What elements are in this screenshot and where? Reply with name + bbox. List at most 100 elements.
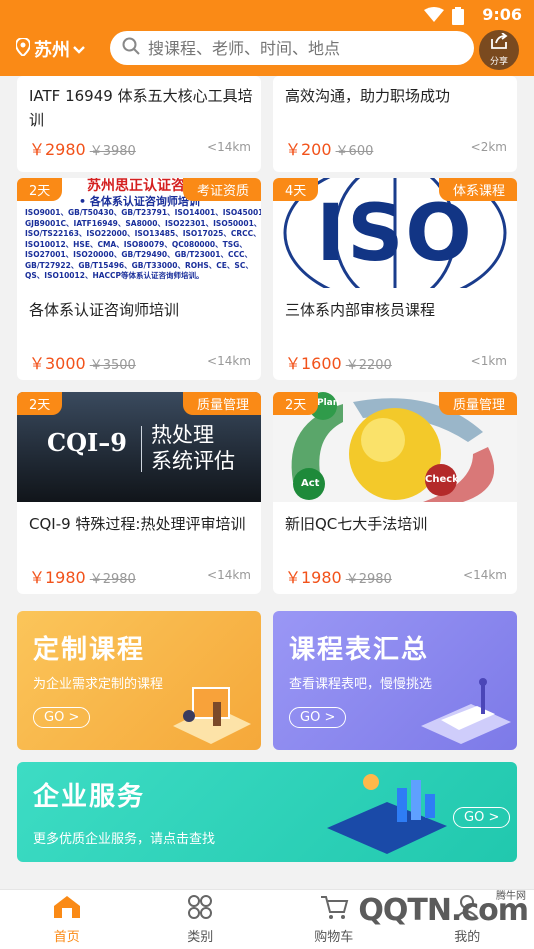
banner-title: 企业服务 xyxy=(33,782,146,812)
course-card[interactable]: CQI–9 热处理 系统评估 2天 质量管理 CQI-9 特殊过程:热处理评审培… xyxy=(17,392,261,594)
location-pin-icon xyxy=(14,36,32,61)
image-divider xyxy=(141,426,142,472)
share-icon xyxy=(490,32,508,53)
cert-line: GB/T27922、GB/T15496、GB/T33000、ROHS、CE、SC… xyxy=(25,260,253,270)
course-title: 新旧QC七大手法培训 xyxy=(285,515,428,533)
home-icon xyxy=(52,894,82,924)
status-icons xyxy=(424,7,464,29)
banner-go-button[interactable]: GO > xyxy=(289,707,347,728)
course-card[interactable]: ISO 4天 体系课程 三体系内部审核员课程 ￥1600 ￥2200 <1km xyxy=(273,178,517,380)
nav-cart-label: 购物车 xyxy=(314,930,354,945)
course-distance: <14km xyxy=(207,568,251,582)
cert-line: ISO10012、HSE、CMA、ISO80079、QC080000、TSG、 xyxy=(25,239,247,249)
original-price: ￥600 xyxy=(335,144,374,159)
banner-title: 课程表汇总 xyxy=(289,635,430,665)
enterprise-service-banner[interactable]: 企业服务 更多优质企业服务，请点击查找 GO > xyxy=(17,762,517,862)
original-price: ￥2980 xyxy=(345,572,392,587)
top-header: 9:06 苏州 分享 xyxy=(0,0,534,76)
pdca-act-label: Act xyxy=(301,478,320,489)
banner-go-button[interactable]: GO > xyxy=(33,707,91,728)
site-watermark: QQTN.com 腾牛网 xyxy=(358,891,529,928)
share-button[interactable]: 分享 xyxy=(479,30,519,70)
duration-badge: 2天 xyxy=(17,178,63,201)
duration-badge: 4天 xyxy=(273,178,319,201)
course-distance: <1km xyxy=(470,354,507,368)
banner-subtitle: 查看课程表吧，慢慢挑选 xyxy=(289,677,433,692)
nav-profile-label: 我的 xyxy=(454,930,481,945)
wifi-icon xyxy=(424,7,444,29)
category-badge: 体系课程 xyxy=(438,178,517,201)
price-value: ￥1600 xyxy=(285,354,342,373)
course-title: 各体系认证咨询师培训 xyxy=(29,301,180,319)
course-price: ￥200 ￥600 xyxy=(285,136,373,160)
status-bar: 9:06 xyxy=(0,0,534,30)
course-distance: <2km xyxy=(470,140,507,154)
pdca-plan-label: Plan xyxy=(317,398,340,408)
battery-icon xyxy=(452,7,464,29)
price-value: ￥1980 xyxy=(29,568,86,587)
price-value: ￥200 xyxy=(285,140,332,159)
course-card[interactable]: 高效沟通，助力职场成功 ￥200 ￥600 <2km xyxy=(273,76,517,172)
course-price: ￥1980 ￥2980 xyxy=(285,564,392,588)
nav-category[interactable]: 类别 xyxy=(134,890,268,949)
custom-course-banner[interactable]: 定制课程 为企业需求定制的课程 GO > xyxy=(17,611,261,750)
share-label: 分享 xyxy=(489,57,508,67)
course-distance: <14km xyxy=(207,354,251,368)
course-price: ￥1600 ￥2200 xyxy=(285,350,392,374)
city-name: 苏州 xyxy=(34,40,70,61)
status-time: 9:06 xyxy=(482,5,522,24)
watermark-small-text: 腾牛网 xyxy=(496,891,526,902)
search-bar[interactable] xyxy=(110,31,474,65)
price-value: ￥2980 xyxy=(29,140,86,159)
image-subheading: • 各体系认证咨询师培训 xyxy=(79,195,200,208)
price-value: ￥3000 xyxy=(29,354,86,373)
cert-line: QS、ISO10012、HACCP等体系认证咨询师培训。 xyxy=(25,271,204,280)
image-right-text: 热处理 系统评估 xyxy=(151,422,235,474)
duration-badge: 2天 xyxy=(273,392,319,415)
course-price: ￥1980 ￥2980 xyxy=(29,564,136,588)
category-icon xyxy=(186,894,214,924)
category-badge: 质量管理 xyxy=(182,392,261,415)
cart-icon xyxy=(319,894,349,924)
cert-line: GJB9001C、IATF16949、SA8000、ISO22301、ISO50… xyxy=(25,218,261,228)
course-price: ￥2980 ￥3980 xyxy=(29,136,136,160)
cert-line: ISO9001、GB/T50430、GB/T23791、ISO14001、ISO… xyxy=(25,208,261,217)
course-card[interactable]: 苏州思正认证咨询 • 各体系认证咨询师培训 ISO9001、GB/T50430、… xyxy=(17,178,261,380)
image-cert-list: ISO9001、GB/T50430、GB/T23791、ISO14001、ISO… xyxy=(25,208,261,282)
original-price: ￥3500 xyxy=(89,358,136,373)
nav-home[interactable]: 首页 xyxy=(0,890,134,949)
nav-home-label: 首页 xyxy=(53,930,80,945)
analytics-illustration xyxy=(327,774,447,854)
course-title: CQI-9 特殊过程:热处理评审培训 xyxy=(29,515,246,533)
course-title: 三体系内部审核员课程 xyxy=(285,301,436,319)
course-card[interactable]: IATF 16949 体系五大核心工具培训 ￥2980 ￥3980 <14km xyxy=(17,76,261,172)
city-selector[interactable]: 苏州 xyxy=(14,36,85,62)
category-badge: 质量管理 xyxy=(438,392,517,415)
cert-line: ISO/TS22163、ISO22000、ISO13485、ISO17025、C… xyxy=(25,229,261,238)
cert-line: ISO27001、ISO20000、GB/T29490、GB/T23001、CC… xyxy=(25,250,252,259)
duration-badge: 2天 xyxy=(17,392,63,415)
image-left-text: CQI–9 xyxy=(47,428,127,457)
banner-go-button[interactable]: GO > xyxy=(453,807,511,828)
pdca-check-label: Check xyxy=(425,474,459,485)
course-price: ￥3000 ￥3500 xyxy=(29,350,136,374)
search-input[interactable] xyxy=(148,38,448,58)
original-price: ￥3980 xyxy=(89,144,136,159)
course-title: IATF 16949 体系五大核心工具培训 xyxy=(29,87,253,129)
original-price: ￥2980 xyxy=(89,572,136,587)
nav-category-label: 类别 xyxy=(187,930,214,945)
course-distance: <14km xyxy=(463,568,507,582)
course-title: 高效沟通，助力职场成功 xyxy=(285,87,451,105)
original-price: ￥2200 xyxy=(345,358,392,373)
image-right-line: 系统评估 xyxy=(151,449,235,473)
search-icon xyxy=(122,37,140,59)
phone-illustration xyxy=(421,678,511,744)
banner-subtitle: 更多优质企业服务，请点击查找 xyxy=(33,832,216,847)
chevron-down-icon xyxy=(73,39,85,60)
banner-subtitle: 为企业需求定制的课程 xyxy=(33,677,164,692)
category-badge: 考证资质 xyxy=(182,178,261,201)
course-card[interactable]: Plan Act Check 2天 质量管理 新旧QC七大手法培训 ￥1980 ￥… xyxy=(273,392,517,594)
desk-illustration xyxy=(173,687,251,744)
schedule-summary-banner[interactable]: 课程表汇总 查看课程表吧，慢慢挑选 GO > xyxy=(273,611,517,750)
course-distance: <14km xyxy=(207,140,251,154)
